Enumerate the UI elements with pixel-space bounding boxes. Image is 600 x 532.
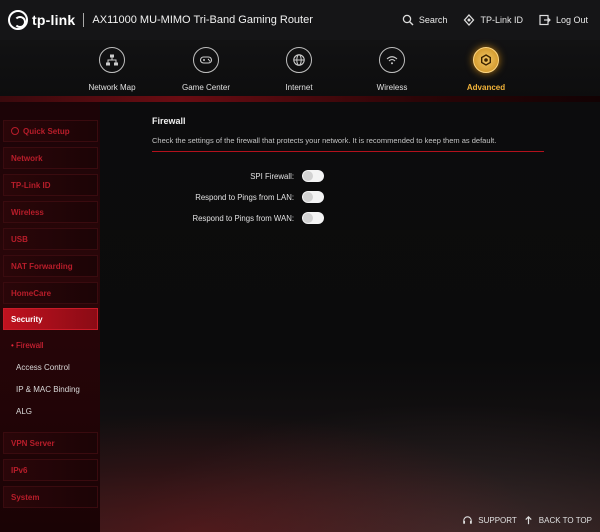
sidebar-item-quick-setup[interactable]: Quick Setup bbox=[3, 120, 98, 142]
sidebar-item-tplink-id[interactable]: TP-Link ID bbox=[3, 174, 98, 196]
sidebar-item-wireless[interactable]: Wireless bbox=[3, 201, 98, 223]
sidebar-item-security[interactable]: Security bbox=[3, 308, 98, 330]
spi-firewall-toggle[interactable] bbox=[302, 170, 324, 182]
sidebar-item-label: Wireless bbox=[11, 207, 44, 217]
submenu-access-control[interactable]: Access Control bbox=[16, 363, 70, 372]
nav-wireless[interactable]: Wireless bbox=[352, 47, 432, 92]
page-description: Check the settings of the firewall that … bbox=[152, 136, 497, 145]
nav-network-map-label: Network Map bbox=[88, 83, 136, 92]
wifi-icon bbox=[379, 47, 405, 73]
nav-wireless-label: Wireless bbox=[376, 83, 408, 92]
headset-icon bbox=[463, 516, 473, 524]
nav-game-center[interactable]: Game Center bbox=[166, 47, 246, 92]
tplink-id-button[interactable]: TP-Link ID bbox=[463, 14, 523, 26]
nav-advanced[interactable]: Advanced bbox=[446, 47, 526, 92]
submenu-firewall[interactable]: • Firewall bbox=[11, 341, 44, 350]
sidebar-item-ipv6[interactable]: IPv6 bbox=[3, 459, 98, 481]
brand-name: tp-link bbox=[32, 12, 76, 28]
page-title: Firewall bbox=[152, 116, 186, 126]
arrow-up-icon bbox=[525, 515, 532, 525]
logout-button[interactable]: Log Out bbox=[539, 14, 588, 26]
sidebar: Quick Setup Network TP-Link ID Wireless … bbox=[0, 102, 100, 532]
sidebar-item-label: TP-Link ID bbox=[11, 180, 51, 190]
sidebar-item-label: IPv6 bbox=[11, 465, 28, 475]
footer-links: SUPPORT BACK TO TOP bbox=[462, 515, 592, 526]
router-model: AX11000 MU-MIMO Tri-Band Gaming Router bbox=[92, 14, 313, 26]
sidebar-item-nat-forwarding[interactable]: NAT Forwarding bbox=[3, 255, 98, 277]
support-link[interactable]: SUPPORT bbox=[462, 515, 517, 526]
back-to-top-label: BACK TO TOP bbox=[538, 516, 592, 525]
sidebar-item-label: USB bbox=[11, 234, 28, 244]
tplink-logo-icon bbox=[8, 10, 28, 30]
nav-internet[interactable]: Internet bbox=[259, 47, 339, 92]
nav-advanced-label: Advanced bbox=[466, 83, 506, 92]
search-button[interactable]: Search bbox=[402, 14, 448, 26]
sidebar-item-homecare[interactable]: HomeCare bbox=[3, 282, 98, 304]
brand-divider bbox=[83, 13, 85, 27]
sidebar-item-label: System bbox=[11, 492, 40, 502]
support-label: SUPPORT bbox=[478, 516, 517, 525]
nav-internet-label: Internet bbox=[285, 83, 313, 92]
globe-icon bbox=[286, 47, 312, 73]
search-label: Search bbox=[418, 15, 448, 25]
search-icon bbox=[402, 14, 414, 26]
main-content: Firewall Check the settings of the firew… bbox=[100, 102, 600, 532]
network-map-icon bbox=[99, 47, 125, 73]
gamepad-icon bbox=[193, 47, 219, 73]
ping-lan-label: Respond to Pings from LAN: bbox=[195, 193, 294, 202]
sidebar-item-label: Security bbox=[11, 314, 43, 324]
sidebar-item-label: VPN Server bbox=[11, 438, 55, 448]
spi-firewall-label: SPI Firewall: bbox=[250, 172, 294, 181]
title-divider bbox=[152, 151, 544, 152]
submenu-alg[interactable]: ALG bbox=[16, 407, 32, 416]
quick-setup-icon bbox=[11, 127, 19, 135]
sidebar-item-vpn-server[interactable]: VPN Server bbox=[3, 432, 98, 454]
tplink-id-icon bbox=[464, 14, 475, 26]
ping-lan-toggle[interactable] bbox=[302, 191, 324, 203]
sidebar-item-system[interactable]: System bbox=[3, 486, 98, 508]
sidebar-item-usb[interactable]: USB bbox=[3, 228, 98, 250]
back-to-top-link[interactable]: BACK TO TOP bbox=[523, 515, 592, 526]
nav-game-center-label: Game Center bbox=[181, 83, 231, 92]
brand[interactable]: tp-link AX11000 MU-MIMO Tri-Band Gaming … bbox=[8, 10, 313, 30]
main-nav: Network Map Game Center Internet Wireles… bbox=[0, 40, 600, 96]
gear-icon bbox=[473, 47, 499, 73]
nav-network-map[interactable]: Network Map bbox=[72, 47, 152, 92]
logout-icon bbox=[539, 14, 551, 26]
sidebar-item-network[interactable]: Network bbox=[3, 147, 98, 169]
ping-wan-toggle[interactable] bbox=[302, 212, 324, 224]
submenu-ip-mac-binding[interactable]: IP & MAC Binding bbox=[16, 385, 80, 394]
background-smoke bbox=[100, 392, 600, 532]
sidebar-item-label: Quick Setup bbox=[23, 126, 70, 136]
header-actions: Search TP-Link ID Log Out bbox=[402, 0, 588, 40]
logout-label: Log Out bbox=[555, 15, 588, 25]
sidebar-item-label: HomeCare bbox=[11, 288, 52, 298]
sidebar-item-label: Network bbox=[11, 153, 43, 163]
ping-wan-label: Respond to Pings from WAN: bbox=[192, 214, 294, 223]
tplink-id-label: TP-Link ID bbox=[480, 15, 523, 25]
sidebar-item-label: NAT Forwarding bbox=[11, 261, 73, 271]
top-bar: tp-link AX11000 MU-MIMO Tri-Band Gaming … bbox=[0, 0, 600, 40]
